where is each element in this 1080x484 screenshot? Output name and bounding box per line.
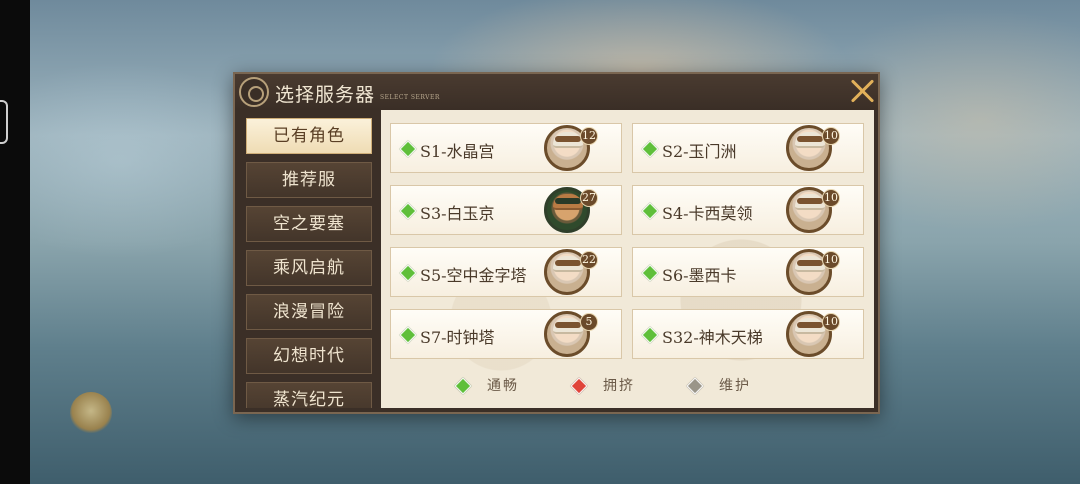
background-glow-orb	[70, 392, 112, 434]
character-level-badge: 10	[822, 251, 840, 269]
server-card-s5[interactable]: S5-空中金字塔 22	[390, 247, 622, 297]
edge-handle-icon	[0, 100, 8, 144]
status-legend: 通畅 拥挤 维护	[454, 374, 777, 398]
character-level-badge: 10	[822, 127, 840, 145]
legend-label: 维护	[719, 378, 751, 394]
tab-sky-fortress[interactable]: 空之要塞	[246, 206, 372, 242]
server-card-s2[interactable]: S2-玉门洲 10	[632, 123, 864, 173]
status-smooth-icon	[399, 140, 417, 158]
server-name: S32-神木天梯	[662, 328, 763, 347]
character-level-badge: 22	[580, 251, 598, 269]
server-card-s7[interactable]: S7-时钟塔 5	[390, 309, 622, 359]
close-icon[interactable]	[846, 74, 880, 108]
character-level-badge: 27	[580, 189, 598, 207]
smooth-diamond-icon	[454, 377, 472, 395]
server-name: S7-时钟塔	[420, 328, 495, 347]
server-card-s32[interactable]: S32-神木天梯 10	[632, 309, 864, 359]
status-smooth-icon	[641, 140, 659, 158]
compass-emblem-icon	[239, 77, 269, 107]
tab-existing-characters[interactable]: 已有角色	[246, 118, 372, 154]
server-name: S6-墨西卡	[662, 266, 737, 285]
dialog-subtitle: SELECT SERVER	[380, 94, 440, 101]
server-card-s4[interactable]: S4-卡西莫领 10	[632, 185, 864, 235]
server-select-dialog: 选择服务器 SELECT SERVER 已有角色 推荐服 空之要塞 乘风启航 浪…	[233, 72, 880, 414]
server-name: S4-卡西莫领	[662, 204, 753, 223]
character-level-badge: 5	[580, 313, 598, 331]
character-level-badge: 10	[822, 313, 840, 331]
tab-fantasy-era[interactable]: 幻想时代	[246, 338, 372, 374]
status-smooth-icon	[399, 202, 417, 220]
status-smooth-icon	[641, 202, 659, 220]
status-smooth-icon	[641, 264, 659, 282]
server-card-s1[interactable]: S1-水晶宫 12	[390, 123, 622, 173]
character-level-badge: 10	[822, 189, 840, 207]
tab-set-sail[interactable]: 乘风启航	[246, 250, 372, 286]
server-name: S1-水晶宫	[420, 142, 495, 161]
dialog-header: 选择服务器 SELECT SERVER	[235, 74, 878, 110]
server-name: S2-玉门洲	[662, 142, 737, 161]
server-name: S3-白玉京	[420, 204, 495, 223]
character-level-badge: 12	[580, 127, 598, 145]
status-smooth-icon	[641, 326, 659, 344]
legend-label: 拥挤	[603, 378, 635, 394]
status-smooth-icon	[399, 326, 417, 344]
server-group-sidebar: 已有角色 推荐服 空之要塞 乘风启航 浪漫冒险 幻想时代 蒸汽纪元	[239, 114, 381, 408]
server-list-area: S1-水晶宫 12 S2-玉门洲 10 S3-白玉京 27 S4-卡西莫领 10…	[381, 110, 874, 408]
legend-label: 通畅	[487, 378, 519, 394]
screen-edge-bar	[0, 0, 30, 484]
crowded-diamond-icon	[570, 377, 588, 395]
maintenance-diamond-icon	[686, 377, 704, 395]
tab-recommended[interactable]: 推荐服	[246, 162, 372, 198]
server-card-s6[interactable]: S6-墨西卡 10	[632, 247, 864, 297]
dialog-title: 选择服务器	[275, 84, 376, 106]
status-smooth-icon	[399, 264, 417, 282]
tab-steam-era[interactable]: 蒸汽纪元	[246, 382, 372, 408]
server-card-s3[interactable]: S3-白玉京 27	[390, 185, 622, 235]
server-name: S5-空中金字塔	[420, 266, 527, 285]
tab-romantic-adventure[interactable]: 浪漫冒险	[246, 294, 372, 330]
